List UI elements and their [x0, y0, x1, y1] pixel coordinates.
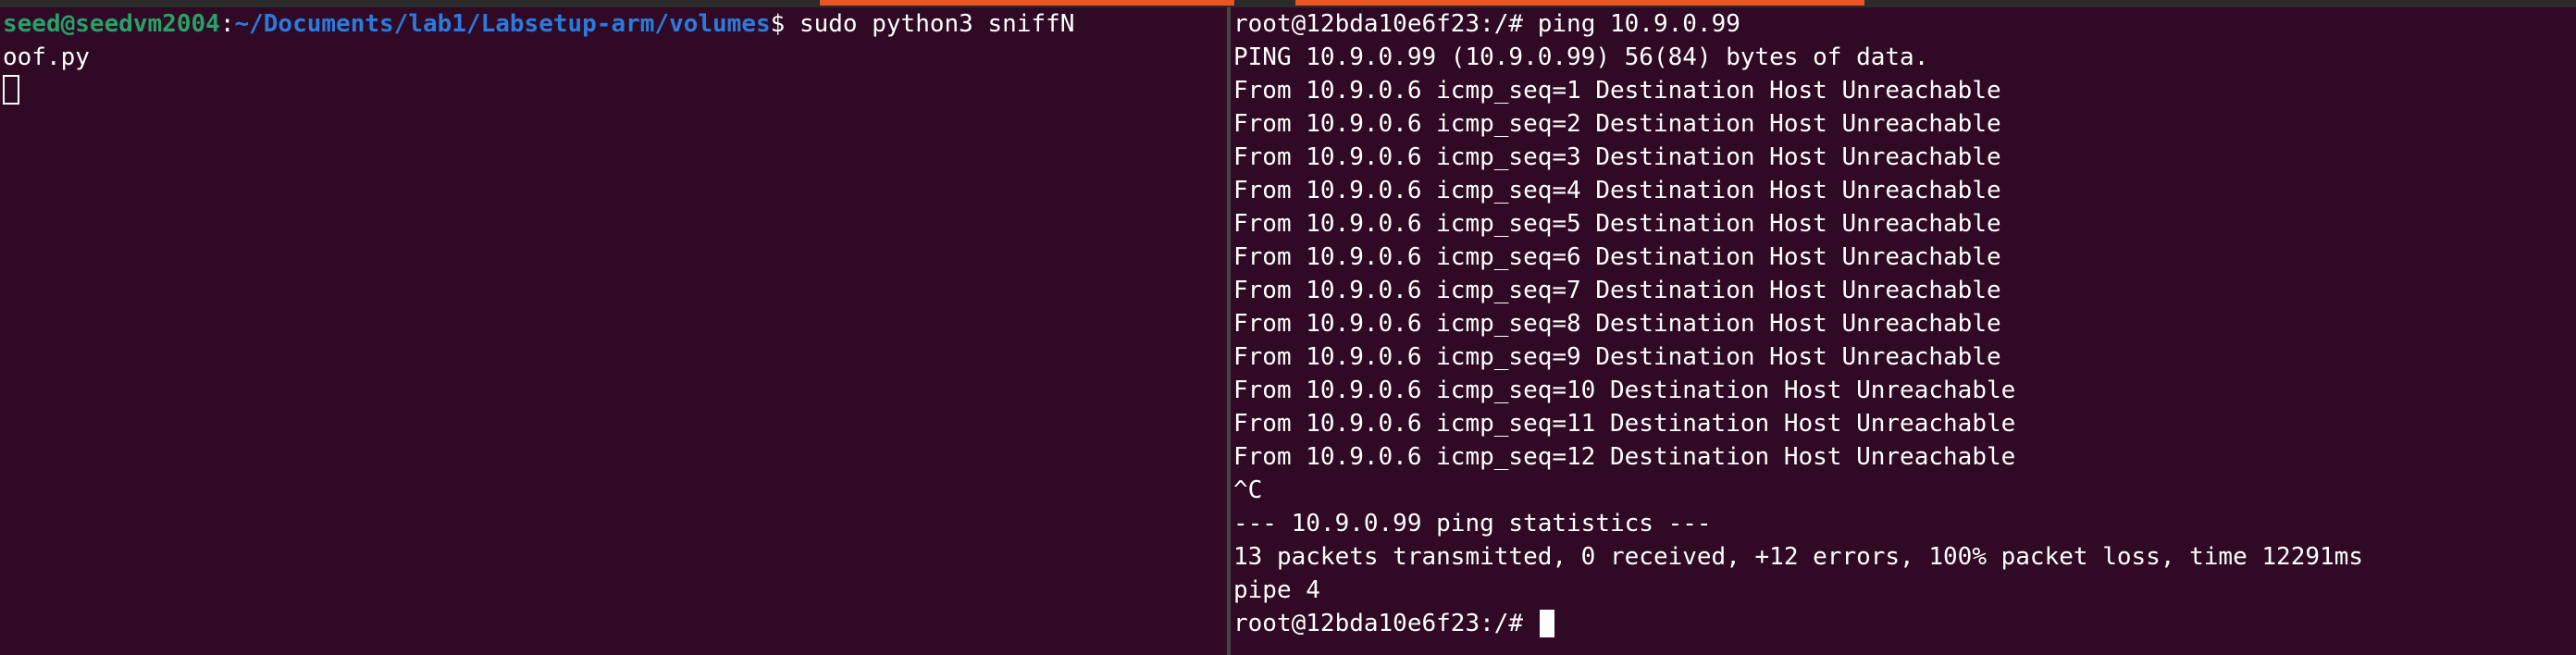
tab-right-active-indicator[interactable]: [1295, 0, 1864, 6]
right-prompt-line: root@12bda10e6f23:/# ping 10.9.0.99: [1231, 7, 2576, 41]
output-line: ^C: [1233, 476, 1263, 504]
output-line: pipe 4: [1233, 576, 1320, 604]
left-prompt-line: seed@seedvm2004:~/Documents/lab1/Labsetu…: [0, 7, 1227, 41]
output-line: From 10.9.0.6 icmp_seq=4 Destination Hos…: [1233, 177, 2001, 204]
output-line: From 10.9.0.6 icmp_seq=6 Destination Hos…: [1233, 243, 2001, 271]
output-line: From 10.9.0.6 icmp_seq=7 Destination Hos…: [1233, 277, 2001, 304]
left-terminal-pane[interactable]: seed@seedvm2004:~/Documents/lab1/Labsetu…: [0, 7, 1227, 655]
output-line: From 10.9.0.6 icmp_seq=1 Destination Hos…: [1233, 77, 2001, 105]
root-prompt: root@12bda10e6f23:/#: [1233, 10, 1538, 38]
output-line: From 10.9.0.6 icmp_seq=5 Destination Hos…: [1233, 210, 2001, 238]
text-cursor: [3, 75, 19, 105]
prompt-path: ~/Documents/lab1/Labsetup-arm/volumes: [234, 10, 771, 38]
final-root-prompt: root@12bda10e6f23:/#: [1233, 610, 1538, 637]
prompt-separator: :: [219, 10, 235, 38]
left-cursor-line: [0, 74, 1227, 107]
output-line: PING 10.9.0.99 (10.9.0.99) 56(84) bytes …: [1233, 43, 1929, 71]
output-line: From 10.9.0.6 icmp_seq=8 Destination Hos…: [1233, 310, 2001, 338]
prompt-symbol: $: [770, 10, 799, 38]
output-line: From 10.9.0.6 icmp_seq=11 Destination Ho…: [1233, 410, 2016, 438]
ping-output: PING 10.9.0.99 (10.9.0.99) 56(84) bytes …: [1231, 41, 2576, 607]
left-command-wrap-line: oof.py: [3, 43, 90, 71]
output-line: --- 10.9.0.99 ping statistics ---: [1233, 510, 1712, 538]
output-line: From 10.9.0.6 icmp_seq=10 Destination Ho…: [1233, 377, 2016, 404]
prompt-user-host: seed@seedvm2004: [3, 10, 220, 38]
output-line: From 10.9.0.6 icmp_seq=2 Destination Hos…: [1233, 110, 2001, 138]
tab-bar: [0, 0, 2576, 7]
right-final-prompt-line: root@12bda10e6f23:/#: [1231, 607, 2576, 640]
output-line: 13 packets transmitted, 0 received, +12 …: [1233, 543, 2363, 571]
output-line: From 10.9.0.6 icmp_seq=3 Destination Hos…: [1233, 143, 2001, 171]
command-text: sudo python3 sniffN: [799, 10, 1075, 38]
output-line: From 10.9.0.6 icmp_seq=9 Destination Hos…: [1233, 343, 2001, 371]
right-terminal-pane[interactable]: root@12bda10e6f23:/# ping 10.9.0.99 PING…: [1231, 7, 2576, 655]
output-line: From 10.9.0.6 icmp_seq=12 Destination Ho…: [1233, 443, 2016, 471]
terminal-window: seed@seedvm2004:~/Documents/lab1/Labsetu…: [0, 0, 2576, 655]
tab-left-active-indicator[interactable]: [820, 0, 1234, 6]
ping-command: ping 10.9.0.99: [1537, 10, 1740, 38]
text-cursor: [1539, 610, 1554, 637]
